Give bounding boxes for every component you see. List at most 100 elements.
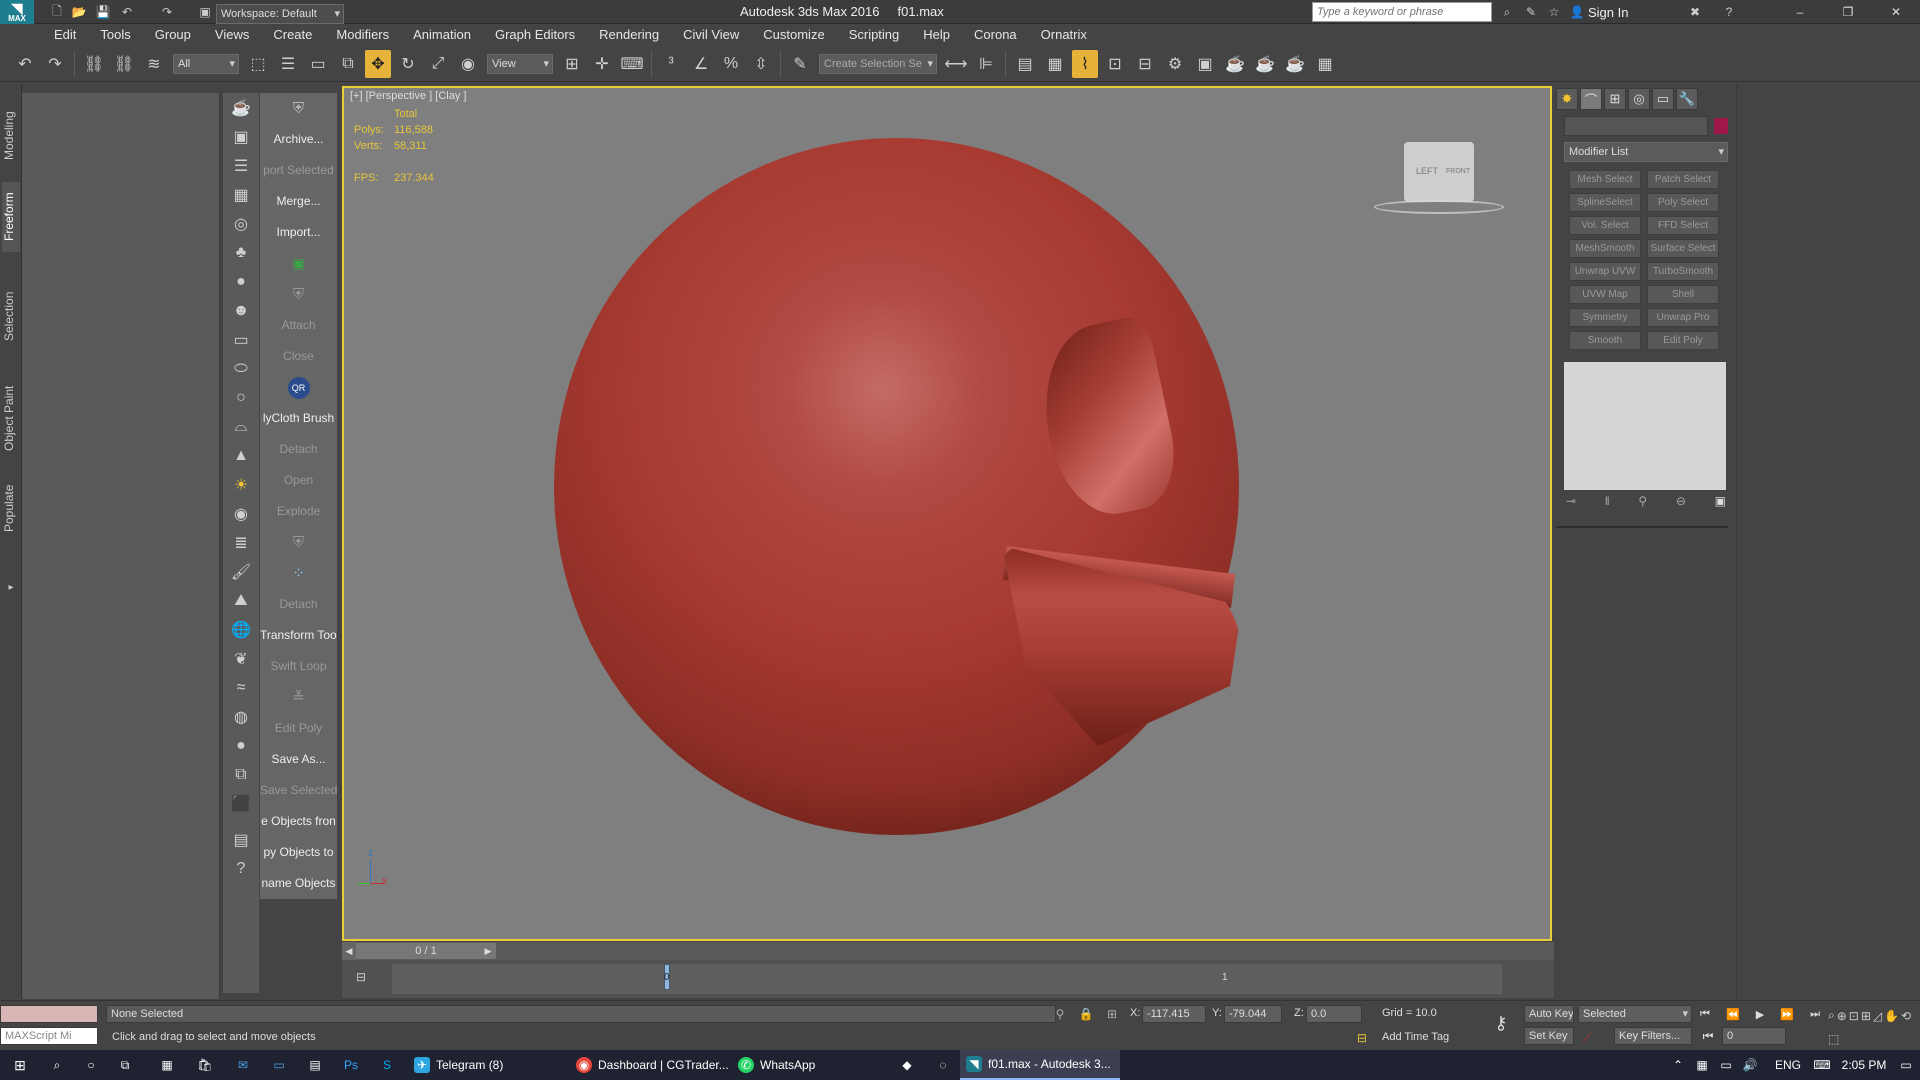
hair-icon[interactable]: ≈ <box>227 674 255 702</box>
globe-icon[interactable]: 🌐 <box>227 616 255 644</box>
current-frame-field[interactable]: 0 <box>1722 1027 1786 1045</box>
curve-editor-icon[interactable]: ⌇ <box>1072 49 1098 78</box>
utilities-tab-icon[interactable]: 🔧 <box>1676 88 1698 110</box>
selection-filter-dropdown[interactable]: All <box>173 53 239 74</box>
object-icon[interactable]: ◎ <box>227 210 255 238</box>
placement-icon[interactable]: ◉ <box>455 50 481 78</box>
reference-coord-dropdown[interactable]: View <box>487 53 553 74</box>
select-by-name-icon[interactable]: ☰ <box>275 50 301 78</box>
layers-icon[interactable]: ≣ <box>227 529 255 557</box>
selection-lock-icon[interactable]: 🔒 <box>1078 1005 1094 1023</box>
material-editor-icon[interactable]: ⊟ <box>1132 50 1158 78</box>
archive-button[interactable]: Archive... <box>260 124 337 155</box>
render-frame-window-icon[interactable]: ▦ <box>1312 50 1338 78</box>
prev-frame-icon[interactable]: ◀ <box>342 942 356 960</box>
open-file-icon[interactable]: 📂 <box>70 3 88 21</box>
start-icon[interactable]: ⊞ <box>0 1050 40 1080</box>
coconut-icon[interactable]: ◍ <box>227 703 255 731</box>
track-bar[interactable]: ⊟ 0 1 <box>342 960 1554 998</box>
surface-select-button[interactable]: Surface Select <box>1647 239 1719 258</box>
tab-modeling[interactable]: Modeling <box>2 104 20 168</box>
menu-graph-editors[interactable]: Graph Editors <box>483 24 587 46</box>
app-logo[interactable]: ◥ MAX <box>0 0 34 24</box>
ffd-select-button[interactable]: FFD Select <box>1647 216 1719 235</box>
new-file-icon[interactable]: 🗋 <box>48 3 66 21</box>
angle-snap-icon[interactable]: ∠ <box>688 50 714 78</box>
tab-selection[interactable]: Selection <box>2 284 20 348</box>
cortana-icon[interactable]: ○ <box>76 1050 106 1080</box>
add-time-tag[interactable]: Add Time Tag <box>1382 1031 1449 1043</box>
zoom-all-icon[interactable]: ⊕ <box>1837 1009 1847 1023</box>
save-icon[interactable]: 💾 <box>94 3 112 21</box>
tree-icon[interactable]: ♣ <box>227 239 255 267</box>
save-as-button[interactable]: Save As... <box>260 744 337 775</box>
task-view-icon[interactable]: ⧉ <box>110 1050 140 1080</box>
mesh-select-button[interactable]: Mesh Select <box>1569 170 1641 189</box>
configure-sets-icon[interactable]: ▣ <box>1715 494 1726 508</box>
desktop-icon[interactable]: ▭ <box>264 1050 294 1080</box>
manager-icon[interactable]: ▤ <box>227 826 255 854</box>
pin-stack-icon[interactable]: ⊸ <box>1566 494 1576 508</box>
menu-group[interactable]: Group <box>143 24 203 46</box>
menu-create[interactable]: Create <box>261 24 324 46</box>
photoshop-icon[interactable]: Ps <box>336 1050 366 1080</box>
menu-views[interactable]: Views <box>203 24 261 46</box>
cube-icon[interactable]: ⬛ <box>227 790 255 818</box>
attach-button[interactable]: Attach <box>260 310 337 341</box>
tab-populate[interactable]: Populate <box>2 476 20 540</box>
close-button[interactable]: Close <box>260 341 337 372</box>
meshsmooth-button[interactable]: MeshSmooth <box>1569 239 1641 258</box>
detach-button[interactable]: Detach <box>260 434 337 465</box>
vol-select-button[interactable]: Vol. Select <box>1569 216 1641 235</box>
menu-help[interactable]: Help <box>911 24 962 46</box>
help-icon[interactable]: ? <box>1720 3 1738 21</box>
play-icon[interactable]: ▶ <box>1756 1008 1764 1021</box>
undo-icon[interactable]: ↶ <box>12 50 38 78</box>
spline-select-button[interactable]: SplineSelect <box>1569 193 1641 212</box>
set-key-button[interactable]: Set Key <box>1524 1027 1574 1045</box>
rect-selection-icon[interactable]: ▭ <box>305 50 331 78</box>
make-unique-icon[interactable]: ⚲ <box>1638 494 1647 508</box>
mini-curve-editor-icon[interactable]: ⊟ <box>352 968 370 986</box>
search-box[interactable] <box>1312 2 1492 22</box>
unlink-icon[interactable]: ⛓ <box>111 50 137 78</box>
menu-rendering[interactable]: Rendering <box>587 24 671 46</box>
viewcube-compass-ring[interactable] <box>1374 200 1504 214</box>
menu-corona[interactable]: Corona <box>962 24 1029 46</box>
smooth-button[interactable]: Smooth <box>1569 331 1641 350</box>
project-folder-icon[interactable]: ▣ <box>196 3 214 21</box>
spinner-snap-icon[interactable]: ⇳ <box>748 50 774 78</box>
polycloth-brush-button[interactable]: lyCloth Brush <box>260 403 337 434</box>
minimize-icon[interactable]: – <box>1790 3 1810 21</box>
keyboard-icon[interactable]: ⌨ <box>1810 1050 1834 1080</box>
link-icon[interactable]: ⛓ <box>81 50 107 78</box>
people-icon[interactable]: ☻ <box>227 297 255 325</box>
time-tag-icon[interactable]: ⊟ <box>1354 1029 1370 1047</box>
maxscript-listener[interactable] <box>0 1005 98 1023</box>
teapot-icon[interactable]: ☕ <box>227 94 255 122</box>
rename-objects-button[interactable]: name Objects <box>260 868 337 899</box>
auto-key-button[interactable]: Auto Key <box>1524 1005 1574 1023</box>
torus-icon[interactable]: ◉ <box>227 500 255 528</box>
inkscape-icon[interactable]: ◆ <box>892 1050 922 1080</box>
menu-edit[interactable]: Edit <box>42 24 88 46</box>
store-icon[interactable]: 🛍 <box>190 1050 220 1080</box>
taskbar-3dsmax[interactable]: ◥ f01.max - Autodesk 3... <box>960 1050 1120 1080</box>
keyboard-shortcut-icon[interactable]: ⌨ <box>619 50 645 78</box>
exchange-apps-icon[interactable]: ✖ <box>1686 3 1704 21</box>
close-icon[interactable]: ✕ <box>1886 3 1906 21</box>
toggle-ribbon-icon[interactable]: ▦ <box>1042 50 1068 78</box>
menu-civil-view[interactable]: Civil View <box>671 24 751 46</box>
render-setup-icon[interactable]: ⚙ <box>1162 50 1188 78</box>
render-icon[interactable]: ▣ <box>227 123 255 151</box>
perspective-viewport[interactable]: [+] [Perspective ] [Clay ] Total Polys: 1… <box>342 86 1552 941</box>
render-production-icon[interactable]: ☕ <box>1222 50 1248 78</box>
rendered-frame-icon[interactable]: ▣ <box>1192 50 1218 78</box>
remove-modifier-icon[interactable]: ⊖ <box>1676 494 1686 508</box>
restore-icon[interactable]: ❐ <box>1838 3 1858 21</box>
key-mode-icon[interactable]: ⏮ <box>1700 1027 1716 1045</box>
isolate-icon[interactable]: ⚲ <box>1052 1005 1068 1023</box>
show-end-result-icon[interactable]: ‖ <box>1605 494 1610 508</box>
object-color-swatch[interactable] <box>1714 118 1728 134</box>
explode-button[interactable]: Explode <box>260 496 337 527</box>
